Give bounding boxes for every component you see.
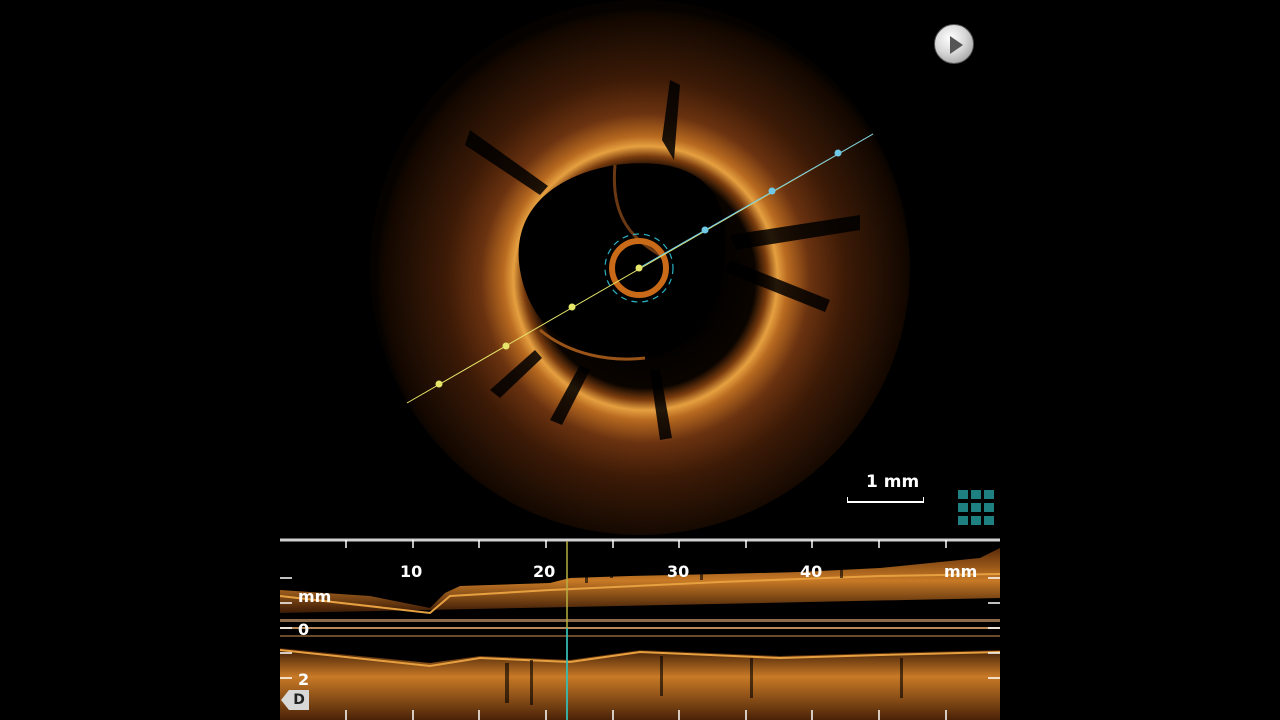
left-arrow-icon bbox=[281, 690, 289, 710]
scale-label: 1 mm bbox=[866, 472, 920, 492]
layout-grid-icon[interactable] bbox=[958, 490, 996, 526]
depth-unit-label: mm bbox=[298, 587, 332, 606]
tick-label-40: 40 bbox=[800, 562, 823, 581]
direction-label: D bbox=[289, 690, 309, 710]
longitudinal-view[interactable] bbox=[280, 538, 1000, 720]
play-button[interactable] bbox=[934, 24, 974, 64]
tick-label-30: 30 bbox=[667, 562, 690, 581]
play-icon bbox=[950, 36, 963, 54]
distal-direction-badge[interactable]: D bbox=[281, 690, 311, 710]
cross-sectional-image[interactable] bbox=[370, 0, 910, 535]
axis-unit-label: mm bbox=[944, 562, 978, 581]
depth-tick-2: 2 bbox=[298, 670, 310, 689]
tick-label-20: 20 bbox=[533, 562, 556, 581]
scale-bar bbox=[847, 497, 924, 503]
oct-viewer: 1 mm 10 20 30 40 mm mm 0 2 D bbox=[0, 0, 1280, 720]
tick-label-10: 10 bbox=[400, 562, 423, 581]
depth-tick-0: 0 bbox=[298, 620, 310, 639]
